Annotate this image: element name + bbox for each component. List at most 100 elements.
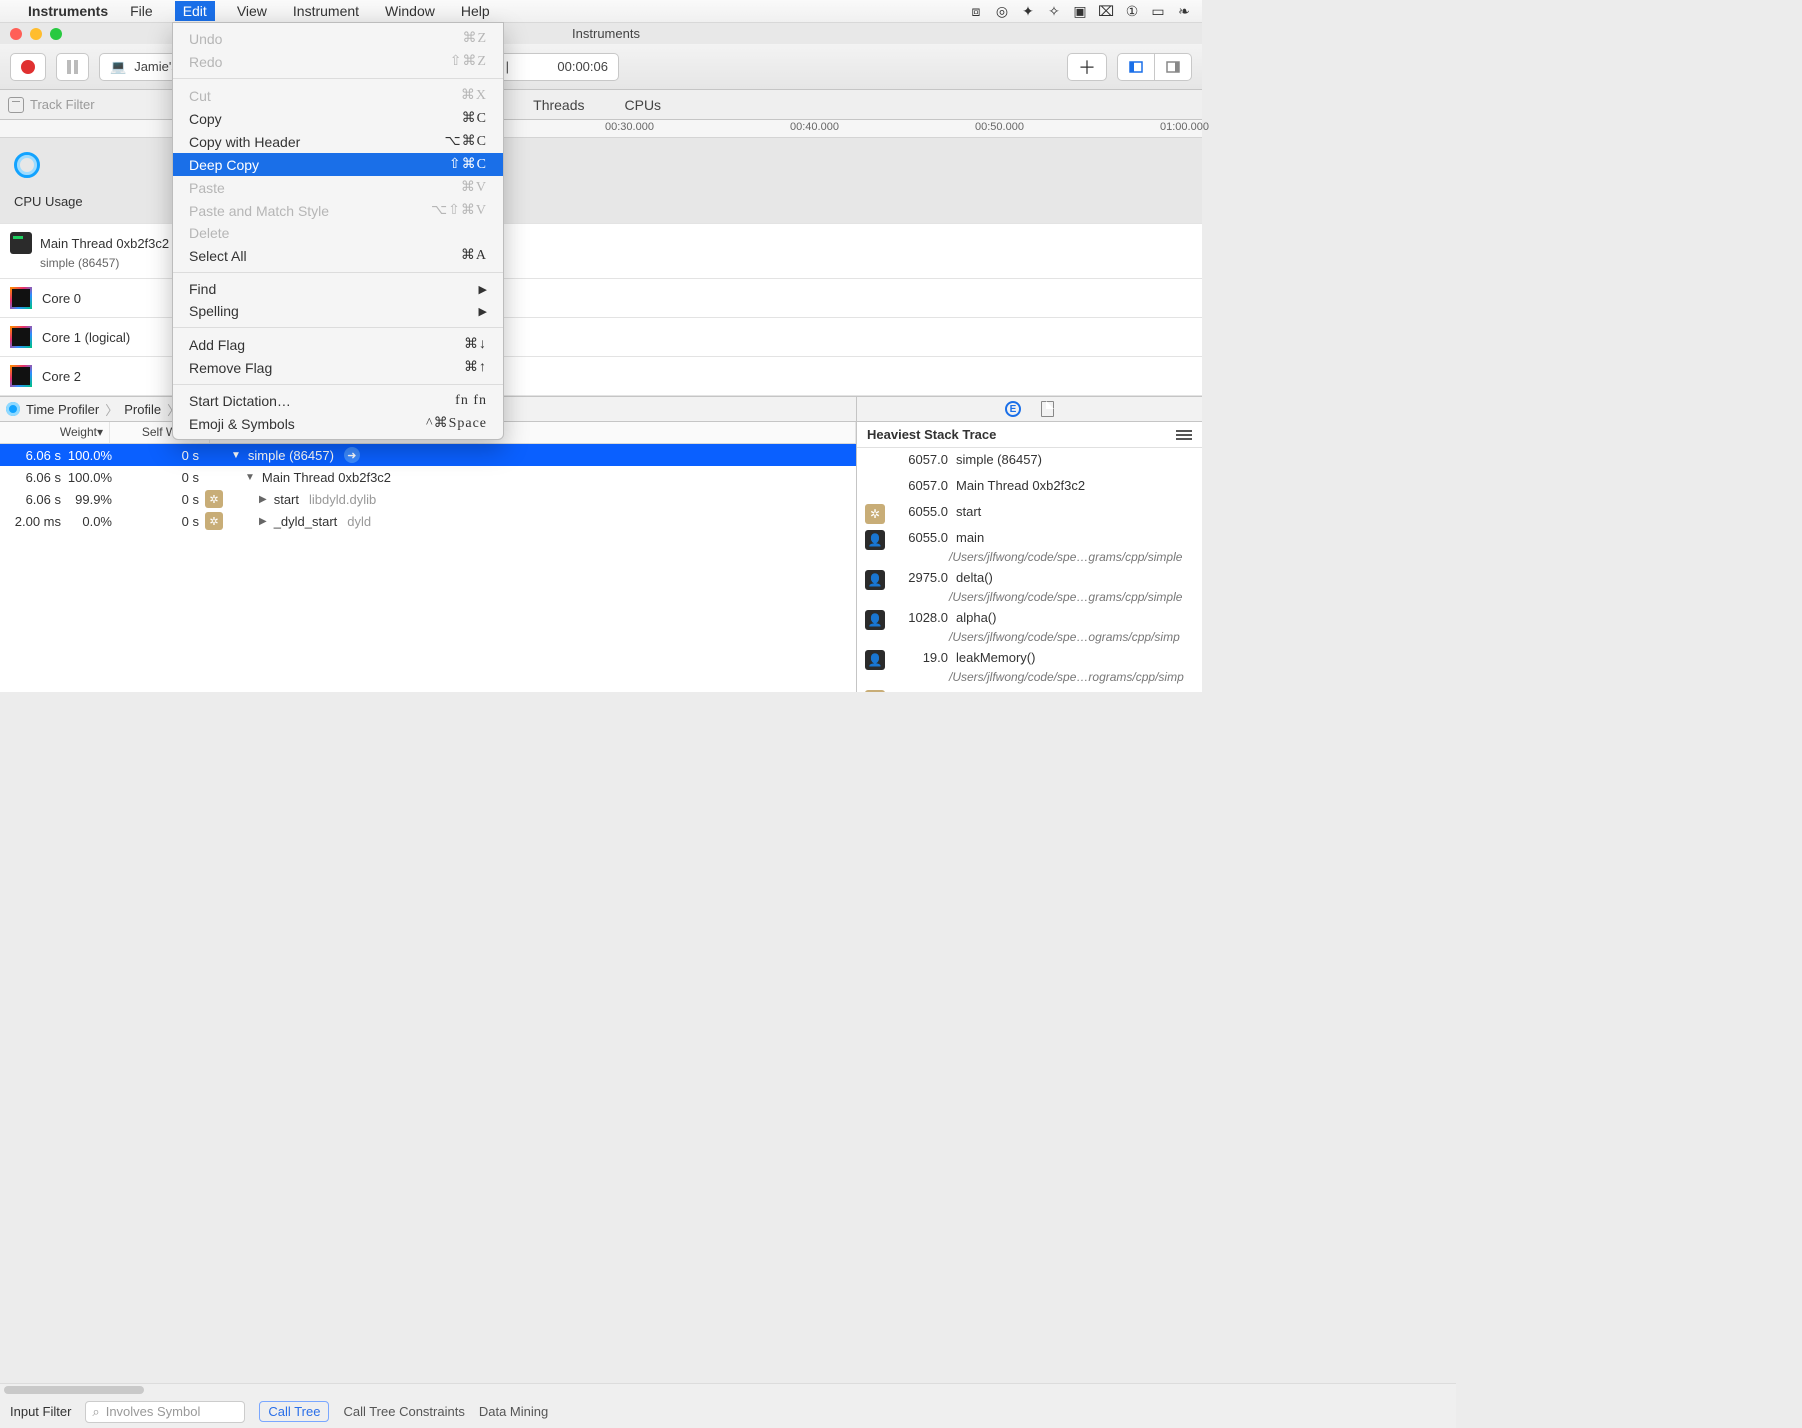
focus-arrow-icon[interactable]: ➜ (344, 447, 360, 463)
track-title: Core 1 (logical) (42, 330, 130, 345)
menu-instrument[interactable]: Instrument (289, 1, 363, 21)
footer-opt-constraints[interactable]: Call Tree Constraints (343, 1404, 464, 1419)
cell-self: 0 s (120, 514, 205, 529)
involves-symbol-input[interactable]: ⌕ Involves Symbol (85, 1401, 245, 1423)
stack-row[interactable]: 6057.0Main Thread 0xb2f3c2 (857, 474, 1202, 500)
gear-icon: ✲ (205, 512, 223, 530)
cell-symbol: ▼Main Thread 0xb2f3c2 (227, 470, 856, 485)
stack-symbol: leakMemory() (956, 650, 1194, 665)
crumb-1[interactable]: Profile (124, 402, 161, 417)
dropbox-icon[interactable]: ⧈ (968, 3, 984, 20)
menuitem-spelling[interactable]: Spelling▶ (173, 300, 503, 322)
calltree-row[interactable]: 6.06 s100.0%0 s▼simple (86457)➜ (0, 444, 856, 466)
menuitem-deep-copy[interactable]: Deep Copy⇧⌘C (173, 153, 503, 176)
stack-weight: 6057.0 (893, 452, 948, 467)
thread-icon (10, 232, 32, 254)
cell-weight: 6.06 s (0, 448, 65, 463)
filter-icon (8, 97, 24, 113)
app-name[interactable]: Instruments (28, 3, 108, 19)
calltree-row[interactable]: 6.06 s100.0%0 s ▼Main Thread 0xb2f3c2 (0, 466, 856, 488)
rectangle-icon[interactable]: ▭ (1150, 3, 1166, 20)
menuitem-remove-flag[interactable]: Remove Flag⌘↑ (173, 356, 503, 379)
menu-view[interactable]: View (233, 1, 271, 21)
disclosure-triangle-icon[interactable]: ▶ (259, 494, 267, 505)
tab-cpus[interactable]: CPUs (625, 93, 662, 117)
calltree-chip[interactable]: Call Tree (259, 1401, 329, 1422)
menu-help[interactable]: Help (457, 1, 494, 21)
menu-edit[interactable]: Edit (175, 1, 215, 21)
crumb-0[interactable]: Time Profiler (26, 402, 99, 417)
firefox-icon[interactable]: ✦ (1020, 3, 1036, 20)
stack-row[interactable]: 👤19.0leakMemory() (857, 646, 1202, 672)
evernote-icon[interactable]: ❧ (1176, 3, 1192, 20)
calltree-row[interactable]: 6.06 s99.9%0 s✲▶startlibdyld.dylib (0, 488, 856, 510)
track-title: Main Thread 0xb2f3c2 (40, 236, 169, 251)
core-icon (10, 365, 32, 387)
ruler-tick: 00:30.000 (605, 121, 654, 133)
chevron-right-icon: 〉 (105, 400, 118, 419)
pause-button[interactable] (56, 53, 89, 81)
stack-row[interactable]: 👤2975.0delta() (857, 566, 1202, 592)
stack-weight: 6055.0 (893, 530, 948, 545)
stack-row[interactable]: 👤1028.0alpha() (857, 606, 1202, 632)
search-icon: ⌕ (92, 1404, 99, 1420)
view-mode-segmented (1117, 53, 1192, 81)
document-icon[interactable] (1041, 401, 1054, 417)
minimize-window-button[interactable] (30, 28, 42, 40)
docker-icon[interactable]: ▣ (1072, 3, 1088, 20)
menuitem-copy-with-header[interactable]: Copy with Header⌥⌘C (173, 130, 503, 153)
add-instrument-button[interactable]: ＋ (1067, 53, 1107, 81)
disclosure-triangle-icon[interactable]: ▶ (259, 516, 267, 527)
track-subtitle: simple (86457) (40, 256, 119, 270)
menuitem-find[interactable]: Find▶ (173, 278, 503, 300)
zoom-window-button[interactable] (50, 28, 62, 40)
screencap-icon[interactable]: ⌧ (1098, 3, 1114, 20)
stack-row[interactable]: 👤6055.0main (857, 526, 1202, 552)
menuitem-add-flag[interactable]: Add Flag⌘↓ (173, 333, 503, 356)
track-title: Core 0 (42, 291, 81, 306)
core-icon (10, 287, 32, 309)
menuitem-copy[interactable]: Copy⌘C (173, 107, 503, 130)
extended-detail-icon[interactable]: E (1005, 401, 1021, 417)
stack-body[interactable]: 6057.0simple (86457)6057.0Main Thread 0x… (857, 448, 1202, 692)
panel-left-icon (1128, 59, 1144, 75)
record-button[interactable] (10, 53, 46, 81)
cpu-usage-icon (14, 152, 40, 178)
view-right-button[interactable] (1155, 53, 1192, 81)
cell-percent: 100.0% (65, 470, 120, 485)
cell-symbol: ▶startlibdyld.dylib (227, 492, 856, 507)
tab-threads[interactable]: Threads (533, 93, 584, 117)
configure-icon[interactable] (1176, 430, 1192, 440)
col-weight[interactable]: Weight▾ (0, 422, 110, 443)
stack-source-path: /Users/jlfwong/code/spe…rograms/cpp/simp (857, 670, 1202, 684)
stack-symbol: main (956, 530, 1194, 545)
stack-row[interactable]: ✲6055.0start (857, 500, 1202, 526)
disclosure-triangle-icon[interactable]: ▼ (231, 450, 241, 461)
stack-row[interactable]: 6057.0simple (86457) (857, 448, 1202, 474)
cell-percent: 100.0% (65, 448, 120, 463)
cc-icon[interactable]: ◎ (994, 3, 1010, 20)
menu-window[interactable]: Window (381, 1, 439, 21)
menuitem-select-all[interactable]: Select All⌘A (173, 244, 503, 267)
disclosure-triangle-icon[interactable]: ▼ (245, 472, 255, 483)
menuitem-paste-and-match-style: Paste and Match Style⌥⇧⌘V (173, 199, 503, 222)
calltree-body[interactable]: 6.06 s100.0%0 s▼simple (86457)➜6.06 s100… (0, 444, 856, 692)
stack-row[interactable]: ✲19.0malloc (857, 686, 1202, 692)
footer-opt-datamining[interactable]: Data Mining (479, 1404, 548, 1419)
user-icon: 👤 (865, 610, 885, 630)
view-left-button[interactable] (1117, 53, 1155, 81)
stack-source-path: /Users/jlfwong/code/spe…ograms/cpp/simp (857, 630, 1202, 644)
close-window-button[interactable] (10, 28, 22, 40)
horizontal-scrollbar[interactable] (0, 1383, 1456, 1395)
cell-self: 0 s (120, 470, 205, 485)
scrollbar-thumb[interactable] (4, 1386, 144, 1394)
stack-symbol: malloc (956, 690, 1194, 692)
onepassword-icon[interactable]: ① (1124, 3, 1140, 20)
menuitem-start-dictation-[interactable]: Start Dictation…fn fn (173, 390, 503, 412)
cell-percent: 99.9% (65, 492, 120, 507)
menu-file[interactable]: File (126, 1, 157, 21)
origami-icon[interactable]: ✧ (1046, 3, 1062, 20)
menuitem-emoji-symbols[interactable]: Emoji & Symbols^⌘Space (173, 412, 503, 435)
calltree-row[interactable]: 2.00 ms0.0%0 s✲▶_dyld_startdyld (0, 510, 856, 532)
cell-weight: 6.06 s (0, 470, 65, 485)
